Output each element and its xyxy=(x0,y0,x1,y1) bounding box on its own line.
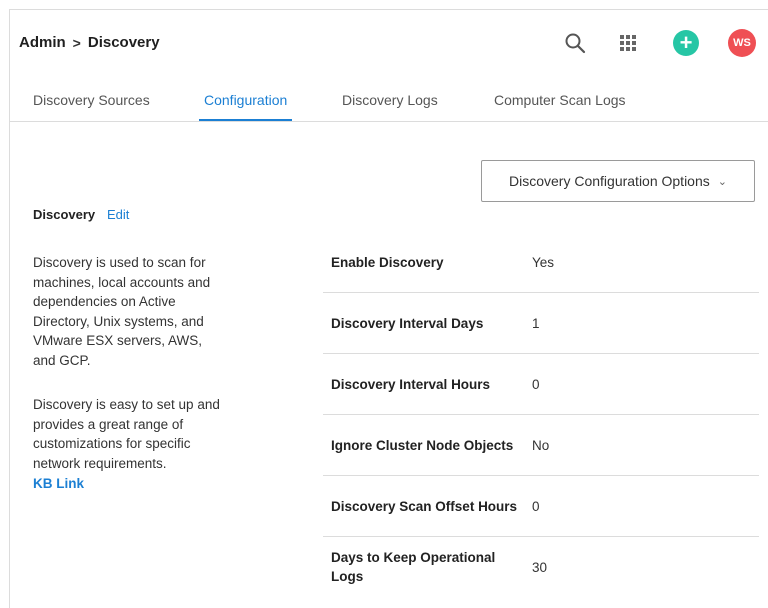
add-icon: + xyxy=(673,30,699,56)
description-line: dependencies on Active xyxy=(33,294,176,309)
description-line: network requirements. xyxy=(33,455,167,471)
avatar: WS xyxy=(728,29,756,57)
user-menu-button[interactable]: WS xyxy=(727,28,757,58)
setting-value: 30 xyxy=(532,559,548,575)
apps-grid-icon xyxy=(620,35,636,51)
description-line: VMware ESX servers, AWS, xyxy=(33,333,203,348)
setting-label: Ignore Cluster Node Objects xyxy=(331,437,514,453)
chevron-down-icon: ⌄ xyxy=(717,175,727,188)
settings-row: Discovery Interval Hours 0 xyxy=(323,354,759,415)
setting-label: Days to Keep Operational Logs xyxy=(331,550,496,584)
settings-list: Enable Discovery Yes Discovery Interval … xyxy=(323,232,759,597)
page-title: Discovery xyxy=(87,34,160,51)
edit-link[interactable]: Edit xyxy=(107,207,129,222)
settings-row: Ignore Cluster Node Objects No xyxy=(323,415,759,476)
settings-row: Discovery Interval Days 1 xyxy=(323,293,759,354)
tab-discovery-logs[interactable]: Discovery Logs xyxy=(342,92,438,122)
setting-label: Enable Discovery xyxy=(331,254,444,270)
setting-label: Discovery Interval Hours xyxy=(331,376,491,392)
description-line: machines, local accounts and xyxy=(33,274,211,290)
tab-computer-scan-logs[interactable]: Computer Scan Logs xyxy=(494,92,626,122)
apps-grid-button[interactable] xyxy=(613,28,643,58)
tab-configuration[interactable]: Configuration xyxy=(198,92,293,122)
setting-label: Discovery Interval Days xyxy=(331,315,484,331)
description-line: Directory, Unix systems, and xyxy=(33,313,204,329)
breadcrumb-separator: > xyxy=(72,34,81,51)
setting-value: No xyxy=(532,437,550,453)
tab-discovery-sources[interactable]: Discovery Sources xyxy=(33,92,150,122)
description-line: and GCP. xyxy=(33,352,91,368)
search-icon xyxy=(565,33,586,54)
add-button[interactable]: + xyxy=(671,28,701,58)
description-line: Discovery is used to scan for xyxy=(33,255,206,270)
tab-divider xyxy=(10,121,768,122)
description-line: customizations for specific xyxy=(33,436,191,451)
setting-value: 1 xyxy=(532,315,540,331)
setting-value: 0 xyxy=(532,376,540,392)
search-button[interactable] xyxy=(560,28,590,58)
setting-value: Yes xyxy=(532,254,555,270)
setting-value: 0 xyxy=(532,498,540,514)
settings-row: Days to Keep Operational Logs 30 xyxy=(323,537,759,597)
options-button-label: Discovery Configuration Options xyxy=(509,173,710,189)
settings-row: Discovery Scan Offset Hours 0 xyxy=(323,476,759,537)
breadcrumb-admin[interactable]: Admin xyxy=(19,34,66,51)
description-line: provides a great range of xyxy=(33,416,184,432)
section-title: Discovery xyxy=(33,207,96,222)
description-paragraph-2: Discovery is easy to set up and provides… xyxy=(33,395,263,473)
kb-link[interactable]: KB Link xyxy=(33,476,84,491)
discovery-configuration-options-button[interactable]: Discovery Configuration Options ⌄ xyxy=(481,160,755,202)
tab-bar: Discovery Sources Configuration Discover… xyxy=(10,92,768,122)
description-paragraph-1: Discovery is used to scan for machines, … xyxy=(33,253,263,370)
setting-label: Discovery Scan Offset Hours xyxy=(331,498,518,514)
description-line: Discovery is easy to set up and xyxy=(33,397,220,412)
settings-row: Enable Discovery Yes xyxy=(323,232,759,293)
main-panel: Admin > Discovery + WS Discovery Sources… xyxy=(9,9,768,608)
breadcrumb: Admin > Discovery xyxy=(19,34,160,51)
